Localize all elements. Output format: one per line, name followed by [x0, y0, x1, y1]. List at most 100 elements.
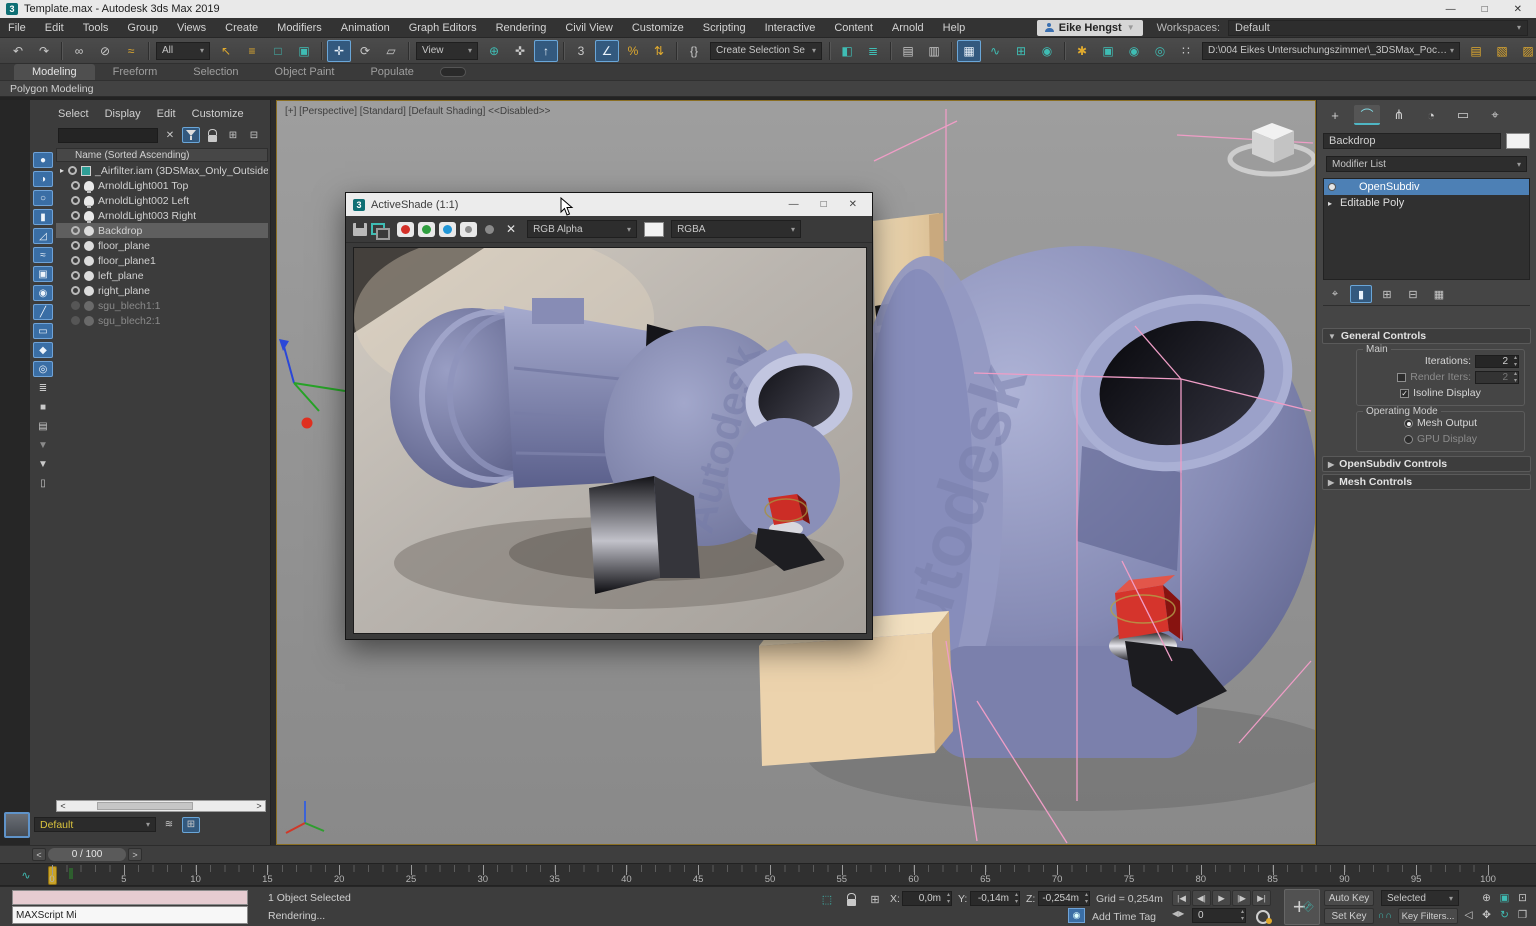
filter-geometry-button[interactable]: ● [33, 152, 53, 168]
list-item-sgu-blech2[interactable]: sgu_blech2:1 [56, 313, 268, 328]
isoline-display-checkbox[interactable]: ✓ [1400, 389, 1409, 398]
current-frame-field[interactable]: 0 [1192, 908, 1246, 923]
filter-groups-button[interactable]: ▣ [33, 266, 53, 282]
search-input[interactable] [58, 128, 158, 143]
blue-channel-button[interactable] [439, 222, 456, 237]
mini-curve-editor-button[interactable]: ∿ [14, 867, 38, 884]
format-dropdown[interactable]: RGBA ▾ [671, 220, 801, 238]
visibility-eye-icon[interactable] [71, 316, 80, 325]
explorer-preset-dropdown[interactable]: Default ▾ [34, 817, 156, 832]
menu-item[interactable]: Help [943, 22, 966, 34]
rollout-general-controls[interactable]: ▼ General Controls [1322, 328, 1531, 344]
save-image-icon[interactable] [353, 223, 367, 236]
list-item-sgu-blech1[interactable]: sgu_blech1:1 [56, 298, 268, 313]
user-account-menu[interactable]: Eike Hengst ▼ [1037, 20, 1143, 36]
go-to-start-button[interactable]: |◀ [1172, 890, 1191, 906]
activeshade-maximize-button[interactable]: □ [821, 199, 827, 210]
play-button[interactable]: ▶ [1212, 890, 1231, 906]
filter-bones-button[interactable]: ╱ [33, 304, 53, 320]
layer-explorer-button[interactable]: ▤ [896, 40, 920, 62]
material-editor-button[interactable]: ◉ [1035, 40, 1059, 62]
keyable-icons[interactable]: ∩∩ [1378, 910, 1393, 920]
ribbon-tab-populate[interactable]: Populate [352, 64, 431, 80]
project-toolbar-button-2[interactable]: ▧ [1490, 40, 1514, 62]
scroll-left-button[interactable]: < [57, 801, 69, 811]
minimize-button[interactable]: — [1446, 4, 1456, 15]
render-iters-checkbox[interactable] [1397, 373, 1406, 382]
render-iters-spinner[interactable]: 2 [1475, 371, 1519, 384]
filter-shapes-button[interactable]: ◑ [33, 171, 53, 187]
select-and-move-button[interactable]: ✛ [327, 40, 351, 62]
expand-arrow-icon[interactable]: ▸ [60, 166, 64, 175]
hierarchy-mode-button[interactable]: ⊞ [182, 817, 200, 833]
visibility-eye-icon[interactable] [71, 256, 80, 265]
ribbon-display-toggle[interactable] [440, 67, 466, 77]
list-view-button[interactable]: ≣ [33, 380, 53, 396]
list-item-right-plane[interactable]: right_plane [56, 283, 268, 298]
zoom-button[interactable] [1460, 890, 1477, 906]
menu-item[interactable]: Group [127, 22, 158, 34]
isolate-selection-icon[interactable]: ⬚ [818, 891, 836, 907]
ribbon-tab-selection[interactable]: Selection [175, 64, 256, 80]
mirror-button[interactable]: ◧ [835, 40, 859, 62]
menu-item[interactable]: Modifiers [277, 22, 322, 34]
undo-button[interactable]: ↶ [6, 40, 30, 62]
menu-item[interactable]: Graph Editors [409, 22, 477, 34]
channel-display-dropdown[interactable]: RGB Alpha ▾ [527, 220, 637, 238]
modifier-editable-poly[interactable]: ▸ Editable Poly [1324, 195, 1529, 211]
select-and-manipulate-button[interactable]: ✜ [508, 40, 532, 62]
explorer-menu-item[interactable]: Display [105, 108, 141, 120]
named-selection-sets-dropdown[interactable]: Create Selection Se▾ [710, 42, 822, 60]
key-filters-button[interactable]: Key Filters... [1398, 908, 1458, 924]
menu-item[interactable]: Interactive [765, 22, 816, 34]
viewport-layout-tab-button[interactable] [4, 812, 30, 838]
orbit-button[interactable]: ↻ [1496, 907, 1513, 923]
menu-item[interactable]: File [8, 22, 26, 34]
expand-all-button[interactable]: ⊞ [224, 127, 242, 143]
curve-editor-button[interactable]: ∿ [983, 40, 1007, 62]
track-bar[interactable]: ∿ 05101520253035404550556065707580859095… [0, 863, 1536, 886]
schematic-view-button[interactable]: ⊞ [1009, 40, 1033, 62]
toggle-scene-explorer-button[interactable]: ▦ [957, 40, 981, 62]
reference-coordinate-system-dropdown[interactable]: View▾ [416, 42, 478, 60]
advanced-filter-button[interactable]: ▼ [33, 437, 53, 453]
render-setup-button[interactable]: ✱ [1070, 40, 1094, 62]
state-sets-button[interactable]: ∷ [1174, 40, 1198, 62]
column-header[interactable]: Name (Sorted Ascending) [56, 148, 268, 162]
visibility-eye-icon[interactable] [71, 301, 80, 310]
rollout-mesh-controls[interactable]: ▶ Mesh Controls [1322, 474, 1531, 490]
menu-item[interactable]: Scripting [703, 22, 746, 34]
iterations-spinner[interactable]: 2 [1475, 355, 1519, 368]
auto-key-button[interactable]: Auto Key [1324, 890, 1374, 906]
hidden-toggle-button[interactable]: ▤ [33, 418, 53, 434]
filter-icon[interactable] [182, 127, 200, 143]
red-channel-button[interactable] [397, 222, 414, 237]
maxscript-mini-listener[interactable]: MAXScript Mi [12, 906, 248, 924]
menu-item[interactable]: Civil View [565, 22, 612, 34]
activeshade-minimize-button[interactable]: — [789, 199, 799, 210]
pin-stack-button[interactable]: ⌖ [1324, 285, 1346, 303]
activeshade-close-button[interactable]: ✕ [849, 199, 857, 210]
time-configuration-icon[interactable] [1254, 908, 1272, 924]
angle-snap-toggle-button[interactable]: ∠ [595, 40, 619, 62]
ribbon-tab-object-paint[interactable]: Object Paint [257, 64, 353, 80]
menu-item[interactable]: Rendering [496, 22, 547, 34]
zoom-region-button[interactable]: ⊡ [1514, 890, 1531, 906]
visibility-eye-icon[interactable] [71, 271, 80, 280]
ribbon-panel-label[interactable]: Polygon Modeling [0, 81, 1536, 97]
list-item-backdrop[interactable]: Backdrop [56, 223, 268, 238]
menu-item[interactable]: Animation [341, 22, 390, 34]
project-toolbar-button-1[interactable]: ▤ [1464, 40, 1488, 62]
new-container-button[interactable]: ▯ [33, 475, 53, 491]
unlink-selection-button[interactable]: ⊘ [93, 40, 117, 62]
remove-modifier-button[interactable]: ⊟ [1402, 285, 1424, 303]
filter-helpers-button[interactable]: ◿ [33, 228, 53, 244]
visibility-eye-icon[interactable] [71, 241, 80, 250]
menu-item[interactable]: Create [225, 22, 258, 34]
menu-item[interactable]: Arnold [892, 22, 924, 34]
filter-enable-button[interactable]: ▼ [33, 456, 53, 472]
previous-frame-button[interactable]: ◀| [1192, 890, 1211, 906]
selection-lock-icon[interactable] [842, 891, 860, 907]
list-item-airfilter[interactable]: ▸ _Airfilter.iam (3DSMax_Only_Outside) [56, 163, 268, 178]
select-and-rotate-button[interactable]: ⟳ [353, 40, 377, 62]
